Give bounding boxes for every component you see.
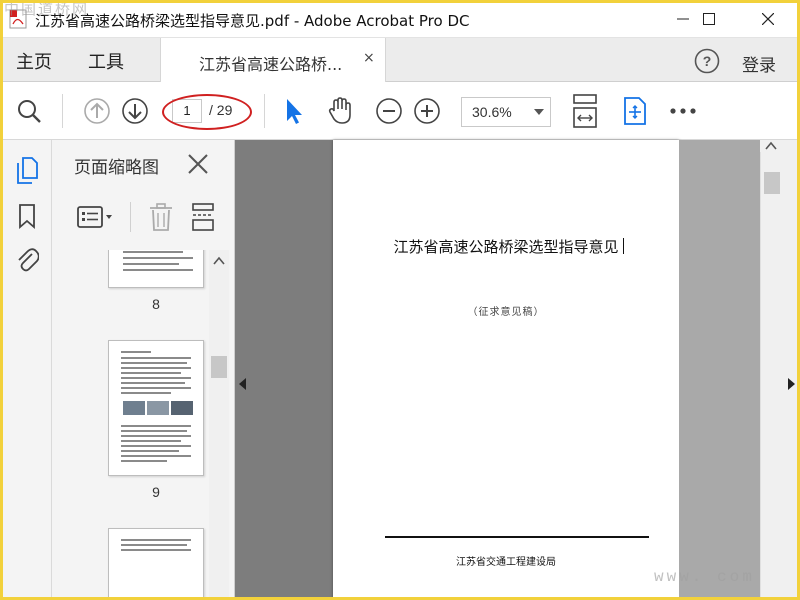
zoom-out-icon bbox=[376, 98, 402, 124]
fit-page-icon bbox=[573, 94, 597, 128]
document-viewport[interactable]: 江苏省高速公路桥梁选型指导意见 （征求意见稿） 江苏省交通工程建设局 bbox=[235, 140, 760, 600]
scroll-up-icon[interactable] bbox=[209, 254, 229, 268]
zoom-value: 30.6% bbox=[472, 104, 512, 120]
login-button[interactable]: 登录 bbox=[742, 51, 776, 76]
zoom-out-button[interactable] bbox=[374, 96, 404, 126]
toolbar-divider bbox=[62, 94, 63, 128]
select-tool-button[interactable] bbox=[278, 96, 308, 126]
attachment-icon bbox=[18, 248, 39, 272]
more-icon bbox=[670, 108, 696, 114]
thumbnail-page[interactable] bbox=[108, 250, 204, 288]
search-icon bbox=[18, 100, 41, 123]
close-tab-button[interactable]: × bbox=[363, 50, 375, 66]
page-thumbnails-button[interactable] bbox=[14, 156, 40, 184]
pdf-page[interactable]: 江苏省高速公路桥梁选型指导意见 （征求意见稿） 江苏省交通工程建设局 bbox=[333, 140, 679, 600]
more-tools-button[interactable] bbox=[668, 96, 698, 126]
page-up-icon bbox=[84, 98, 110, 124]
thumbnail-page[interactable] bbox=[108, 340, 204, 476]
page-margin-area bbox=[679, 140, 760, 600]
close-icon[interactable] bbox=[186, 152, 210, 176]
close-icon bbox=[762, 13, 774, 25]
chevron-down-icon bbox=[534, 109, 544, 115]
fit-page-button[interactable] bbox=[570, 94, 600, 128]
tab-bar: 主页 工具 江苏省高速公路桥... × ? 登录 bbox=[0, 38, 800, 82]
thumbnail-list: 8 9 bbox=[52, 250, 209, 600]
scroll-thumb[interactable] bbox=[211, 356, 227, 378]
thumbnail-page[interactable] bbox=[108, 528, 204, 600]
previous-page-button[interactable] bbox=[82, 96, 112, 126]
tab-tools[interactable]: 工具 bbox=[88, 48, 124, 74]
trash-icon bbox=[150, 203, 172, 231]
bookmarks-button[interactable] bbox=[14, 202, 40, 230]
hand-tool-button[interactable] bbox=[325, 96, 355, 126]
title-bar: 江苏省高速公路桥梁选型指导意见.pdf - Adobe Acrobat Pro … bbox=[0, 0, 800, 38]
bookmark-icon bbox=[19, 204, 35, 229]
thumbnail-page-number: 9 bbox=[152, 484, 160, 500]
help-icon[interactable]: ? bbox=[694, 48, 720, 74]
thumbnail-toolbar bbox=[52, 198, 235, 236]
window-title: 江苏省高速公路桥梁选型指导意见.pdf - Adobe Acrobat Pro … bbox=[35, 12, 470, 30]
panel-title: 页面缩略图 bbox=[74, 158, 159, 178]
scrolling-mode-button[interactable] bbox=[620, 96, 650, 126]
next-page-button[interactable] bbox=[120, 96, 150, 126]
collapse-left-panel-icon[interactable] bbox=[239, 378, 246, 390]
thumbnail-options-button[interactable] bbox=[76, 204, 116, 230]
close-window-button[interactable] bbox=[745, 0, 791, 38]
navigation-rail bbox=[0, 140, 52, 600]
text-cursor bbox=[623, 238, 624, 254]
insert-page-icon bbox=[192, 203, 214, 231]
scroll-up-icon[interactable] bbox=[763, 140, 779, 152]
delete-pages-button[interactable] bbox=[148, 202, 174, 232]
watermark-bottom: www. com bbox=[654, 568, 755, 586]
search-button[interactable] bbox=[14, 96, 44, 126]
highlight-ellipse bbox=[162, 94, 252, 130]
document-tab-label: 江苏省高速公路桥... bbox=[199, 55, 343, 74]
page-thumbnails-icon bbox=[17, 157, 38, 184]
zoom-in-icon bbox=[414, 98, 440, 124]
tab-home[interactable]: 主页 bbox=[16, 48, 52, 74]
tab-document[interactable]: 江苏省高速公路桥... × bbox=[160, 38, 386, 82]
maximize-icon bbox=[703, 13, 715, 25]
insert-page-button[interactable] bbox=[190, 202, 216, 232]
expand-right-panel-icon[interactable] bbox=[788, 378, 795, 390]
scroll-thumb[interactable] bbox=[764, 172, 780, 194]
svg-text:?: ? bbox=[703, 53, 712, 69]
zoom-dropdown[interactable]: 30.6% bbox=[461, 97, 551, 127]
attachments-button[interactable] bbox=[14, 246, 40, 274]
toolbar-divider bbox=[264, 94, 265, 128]
thumbnail-scrollbar[interactable] bbox=[209, 250, 229, 600]
zoom-in-button[interactable] bbox=[412, 96, 442, 126]
document-title: 江苏省高速公路桥梁选型指导意见 bbox=[393, 238, 619, 256]
document-subtitle: （征求意见稿） bbox=[467, 307, 545, 318]
select-cursor-icon bbox=[287, 99, 302, 124]
watermark-top: 中国道桥网 bbox=[4, 0, 90, 18]
right-scroll-area bbox=[760, 140, 800, 600]
main-toolbar: 1 / 29 30.6% bbox=[0, 82, 800, 140]
thumbnail-page-number: 8 bbox=[152, 296, 160, 312]
scrolling-mode-icon bbox=[624, 97, 646, 125]
document-scrollbar[interactable] bbox=[760, 152, 782, 600]
divider-rule bbox=[385, 536, 649, 538]
options-menu-icon bbox=[77, 206, 112, 228]
hand-icon bbox=[328, 97, 351, 124]
thumbnails-panel: 页面缩略图 8 9 bbox=[52, 140, 235, 600]
document-issuer: 江苏省交通工程建设局 bbox=[456, 557, 556, 568]
maximize-button[interactable] bbox=[686, 0, 732, 38]
toolbar-divider bbox=[130, 202, 131, 232]
page-down-icon bbox=[122, 98, 148, 124]
